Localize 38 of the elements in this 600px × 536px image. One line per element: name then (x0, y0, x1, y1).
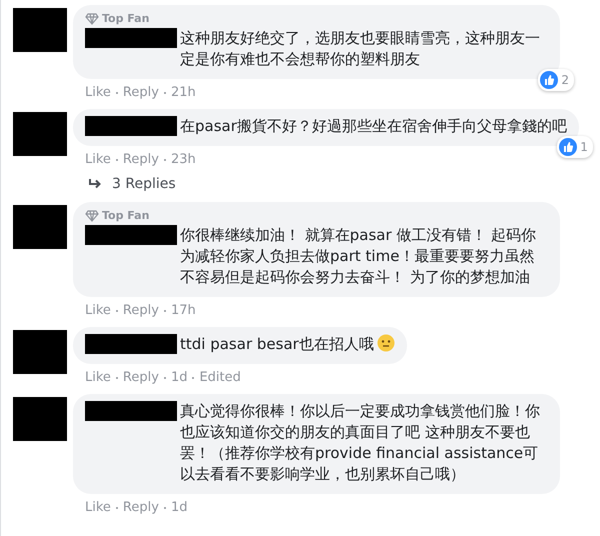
like-icon (540, 71, 558, 89)
like-icon (559, 138, 578, 156)
action-link[interactable]: Reply (122, 303, 159, 318)
redacted-avatar (13, 112, 67, 156)
comment-text: 在pasar搬貨不好？好過那些坐在宿舍伸手向父母拿錢的吧 (180, 116, 567, 137)
action-link[interactable]: Like (85, 500, 111, 515)
action-link[interactable]: Like (85, 303, 111, 318)
comment-text: 真心觉得你很棒！你以后一定要成功拿钱赏他们脸！你也应该知道你交的朋友的真面目了吧 这种朋友不要也罢！（推荐你学校有provide financial assistance可以去看看不要影响学业，也别累坏自己哦） (180, 401, 541, 485)
reaction-count: 1 (580, 140, 588, 154)
action-link[interactable]: Like (85, 85, 111, 100)
comment-time[interactable]: 1d (170, 500, 188, 515)
action-link[interactable]: Like (85, 370, 111, 385)
edited-label: Edited (199, 370, 241, 385)
comment-text: 这种朋友好绝交了，选朋友也要眼睛雪亮，这种朋友一定是你有难也不会想帮你的塑料朋友 (180, 28, 541, 70)
comment-text: 你很棒继续加油！ 就算在pasar 做工没有错！ 起码你为减轻你家人负担去做part time！最重要要努力虽然不容易但是起码你会努力去奋斗！ 为了你的梦想加油 (180, 225, 538, 288)
action-link[interactable]: Reply (122, 370, 159, 385)
comment-text: ttdi pasar besar也在招人哦 (180, 334, 374, 355)
redacted-avatar (13, 8, 67, 52)
top-fan-label: Top Fan (102, 12, 150, 25)
action-link[interactable]: Reply (122, 85, 159, 100)
action-link[interactable]: Reply (122, 152, 159, 167)
view-replies-link[interactable]: 3 Replies (112, 176, 176, 192)
reply-arrow-icon (88, 178, 102, 190)
action-link[interactable]: Like (85, 152, 111, 167)
action-link[interactable]: Reply (122, 500, 159, 515)
diamond-icon (85, 12, 99, 24)
comment-time[interactable]: 21h (170, 85, 196, 100)
reaction-count: 2 (561, 73, 569, 87)
redacted-avatar (13, 205, 67, 249)
reaction-badge[interactable]: 1 (557, 136, 593, 158)
redacted-avatar (13, 330, 67, 374)
comment-time[interactable]: 1d (170, 370, 188, 385)
comment-time[interactable]: 17h (170, 303, 196, 318)
redacted-avatar (13, 397, 67, 441)
comment-time[interactable]: 23h (170, 152, 196, 167)
diamond-icon (85, 210, 99, 222)
top-fan-label: Top Fan (102, 209, 150, 222)
reaction-badge[interactable]: 2 (538, 69, 574, 91)
